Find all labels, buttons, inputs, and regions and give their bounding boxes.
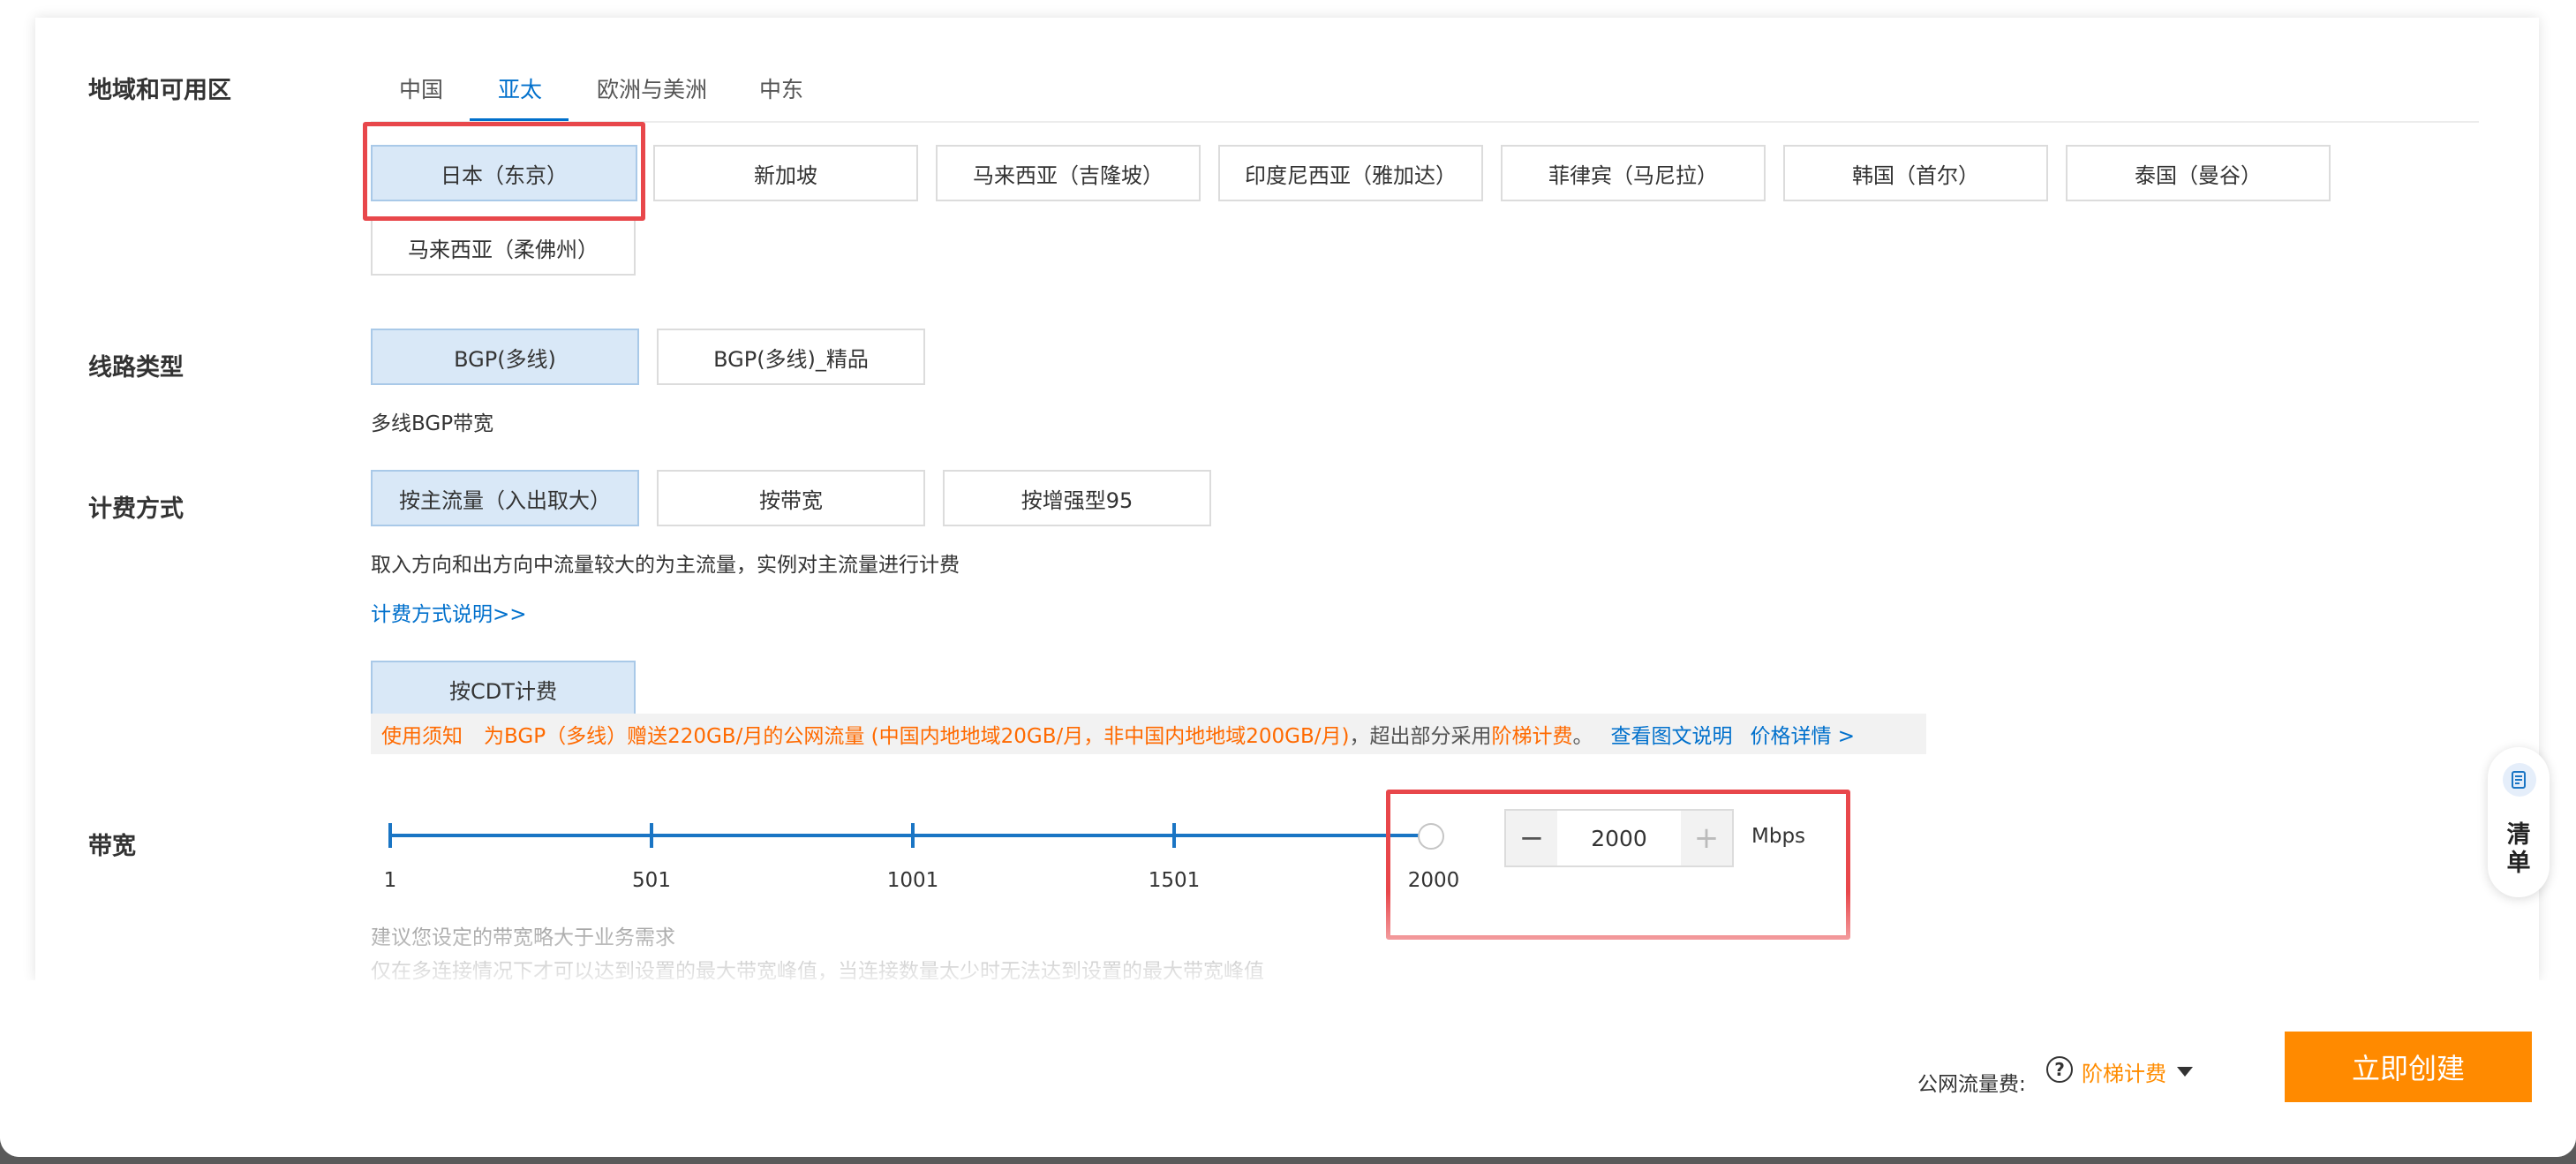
region-option-malaysia-johor[interactable]: 马来西亚（柔佛州） — [371, 219, 636, 276]
create-now-button[interactable]: 立即创建 — [2285, 1032, 2532, 1102]
notice-tag: 使用须知 — [381, 725, 463, 748]
purchase-page: 地域和可用区 中国 亚太 欧洲与美洲 中东 日本（东京） 新加坡 马来西亚（吉隆… — [0, 0, 2576, 1157]
billing-section-label: 计费方式 — [88, 495, 184, 523]
region-section-label: 地域和可用区 — [88, 77, 231, 104]
region-option-malaysia-kl[interactable]: 马来西亚（吉隆坡） — [936, 145, 1201, 201]
slider-tick-label: 1001 — [886, 869, 939, 892]
bandwidth-slider-handle[interactable] — [1418, 823, 1444, 850]
slider-tick — [388, 823, 392, 848]
line-option-bgp[interactable]: BGP(多线) — [371, 329, 639, 385]
notice-text-2: ，超出部分采用 — [1349, 725, 1492, 748]
tab-middle-east[interactable]: 中东 — [759, 72, 803, 104]
decrement-button[interactable]: − — [1506, 811, 1557, 865]
increment-button[interactable]: + — [1681, 811, 1732, 865]
slider-tick — [911, 823, 915, 848]
billing-option-main-traffic[interactable]: 按主流量（入出取大） — [371, 470, 639, 526]
bandwidth-hint-2: 仅在多连接情况下才可以达到设置的最大带宽峰值，当连接数量太少时无法达到设置的最大… — [371, 960, 1264, 983]
slider-tick — [1172, 823, 1176, 848]
slider-tick-label: 1501 — [1148, 869, 1201, 892]
view-illustration-link[interactable]: 查看图文说明 — [1610, 719, 1732, 749]
billing-explanation-link[interactable]: 计费方式说明>> — [371, 597, 527, 627]
notice-text: 为BGP（多线）赠送220GB/月的公网流量 (中国内地地域20GB/月，非中国… — [484, 725, 1350, 748]
region-option-japan-tokyo[interactable]: 日本（东京） — [371, 145, 637, 201]
floating-cart-button[interactable]: 清 单 — [2488, 747, 2550, 897]
slider-tick-label: 2000 — [1407, 869, 1460, 892]
region-option-korea-seoul[interactable]: 韩国（首尔） — [1783, 145, 2048, 201]
slider-tick — [650, 823, 653, 848]
notice-text-3: 。 — [1572, 725, 1593, 748]
usage-notice: 使用须知 为BGP（多线）赠送220GB/月的公网流量 (中国内地地域20GB/… — [371, 714, 1926, 754]
floating-cart-label-line: 清 — [2506, 821, 2531, 849]
billing-option-cdt[interactable]: 按CDT计费 — [371, 661, 636, 717]
tab-china[interactable]: 中国 — [399, 72, 443, 104]
slider-tick-label: 1 — [383, 869, 397, 892]
region-option-singapore[interactable]: 新加坡 — [653, 145, 918, 201]
bandwidth-unit: Mbps — [1751, 825, 1806, 848]
billing-option-enhanced-95[interactable]: 按增强型95 — [943, 470, 1211, 526]
tab-asia-pacific[interactable]: 亚太 — [498, 72, 542, 104]
slider-tick-label: 501 — [632, 869, 671, 892]
region-option-philippines-manila[interactable]: 菲律宾（马尼拉） — [1501, 145, 1766, 201]
billing-option-bandwidth[interactable]: 按带宽 — [657, 470, 925, 526]
line-section-label: 线路类型 — [88, 354, 184, 382]
line-description: 多线BGP带宽 — [371, 412, 494, 435]
bandwidth-hint-1: 建议您设定的带宽略大于业务需求 — [371, 926, 675, 949]
region-option-thailand-bangkok[interactable]: 泰国（曼谷） — [2066, 145, 2331, 201]
floating-cart-label: 清 单 — [2488, 821, 2550, 878]
bandwidth-section-label: 带宽 — [88, 833, 136, 860]
tab-divider — [371, 121, 2479, 123]
region-option-indonesia-jakarta[interactable]: 印度尼西亚（雅加达） — [1218, 145, 1483, 201]
tab-europe-america[interactable]: 欧洲与美洲 — [597, 72, 707, 104]
help-icon[interactable]: ? — [2046, 1056, 2073, 1083]
screen: 地域和可用区 中国 亚太 欧洲与美洲 中东 日本（东京） 新加坡 马来西亚（吉隆… — [0, 0, 2576, 1164]
list-icon — [2503, 763, 2536, 797]
floating-cart-label-line: 单 — [2506, 850, 2531, 877]
traffic-fee-value[interactable]: 阶梯计费 — [2082, 1056, 2166, 1087]
caret-down-icon[interactable] — [2177, 1067, 2193, 1077]
bandwidth-input[interactable] — [1557, 811, 1681, 865]
price-details-link[interactable]: 价格详情 > — [1750, 719, 1855, 749]
notice-highlight: 阶梯计费 — [1491, 725, 1573, 748]
bandwidth-stepper: − + — [1504, 809, 1734, 867]
line-option-bgp-premium[interactable]: BGP(多线)_精品 — [657, 329, 925, 385]
traffic-fee-label: 公网流量费: — [1917, 1073, 2026, 1096]
billing-description: 取入方向和出方向中流量较大的为主流量，实例对主流量进行计费 — [371, 554, 960, 577]
